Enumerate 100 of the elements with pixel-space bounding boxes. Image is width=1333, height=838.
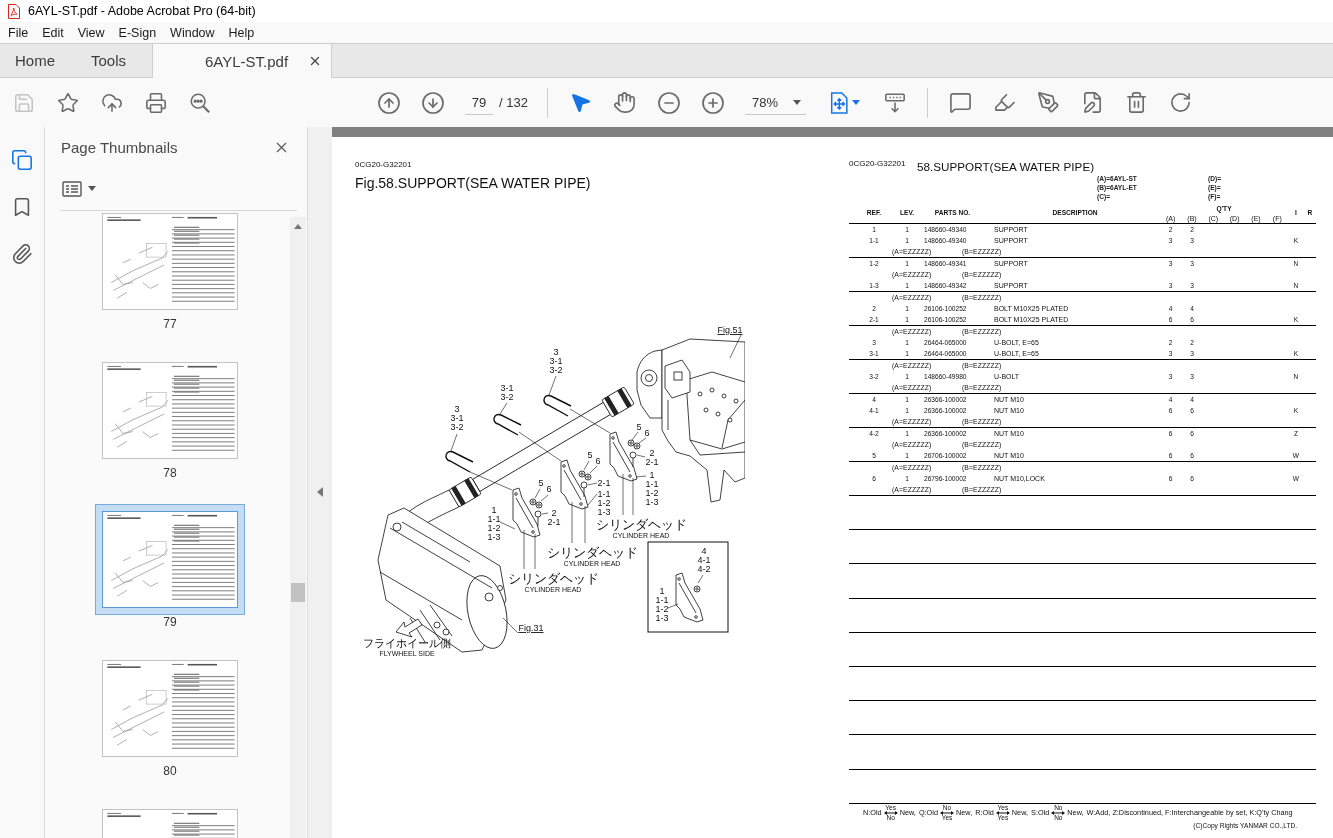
leader-line bbox=[450, 433, 458, 452]
leader-line bbox=[729, 334, 742, 359]
panel-title: Page Thumbnails bbox=[61, 138, 178, 156]
callout-label: 3 3-1 3-2 bbox=[549, 347, 563, 375]
menu-item[interactable]: Edit bbox=[35, 22, 71, 43]
callout-label: 2 2-1 bbox=[547, 508, 561, 527]
callout-label: 6 bbox=[595, 456, 601, 466]
page-number-label: 79 bbox=[163, 615, 177, 629]
leader-line bbox=[548, 375, 557, 396]
flange-housing bbox=[636, 349, 663, 419]
location-note: フライホイール側 FLYWHEEL SIDE bbox=[363, 637, 451, 657]
menu-item[interactable]: View bbox=[70, 22, 112, 43]
page-number-label: 77 bbox=[163, 317, 177, 331]
swap-arrow-icon bbox=[883, 810, 898, 815]
leader-line bbox=[499, 521, 516, 530]
page-number-label: 80 bbox=[163, 764, 177, 778]
caret-icon bbox=[851, 100, 860, 105]
page-thumbnail-drawing[interactable] bbox=[102, 511, 238, 608]
highlighter-icon bbox=[993, 91, 1017, 114]
leader-line bbox=[502, 617, 519, 634]
leader-line bbox=[636, 454, 646, 458]
callout-label: 1 1-1 1-2 1-3 bbox=[645, 470, 659, 507]
callout-label: 1 1-1 1-2 1-3 bbox=[655, 586, 669, 623]
menu-item[interactable]: E-Sign bbox=[111, 22, 164, 43]
u-bolt bbox=[493, 413, 522, 436]
direction-arrow bbox=[395, 618, 423, 638]
support-bracket bbox=[609, 431, 638, 482]
pdf-file-icon bbox=[8, 3, 20, 19]
support-bracket bbox=[512, 487, 541, 538]
tab[interactable]: Home bbox=[0, 44, 76, 77]
caret-icon bbox=[792, 99, 801, 105]
rotate-icon bbox=[1169, 91, 1193, 114]
callout-label: 5 bbox=[636, 422, 642, 432]
location-note: シリンダヘッド CYLINDER HEAD bbox=[546, 545, 638, 567]
leader-line bbox=[499, 402, 508, 415]
page-thumbnail-drawing[interactable] bbox=[102, 213, 238, 310]
support-bracket bbox=[675, 572, 704, 623]
leader-line bbox=[541, 512, 549, 515]
u-bolt bbox=[445, 450, 474, 473]
callout-label: 6 bbox=[644, 428, 650, 438]
callout-label: 2-1 bbox=[597, 478, 611, 488]
figure-reference: Fig.51 bbox=[717, 325, 743, 335]
scrollbar[interactable] bbox=[290, 217, 306, 838]
callout-label: 2 2-1 bbox=[645, 448, 659, 467]
page-fit-icon bbox=[829, 91, 849, 114]
paperclip-icon bbox=[11, 243, 33, 265]
swap-arrow-icon bbox=[1051, 810, 1066, 815]
minus-icon bbox=[656, 90, 681, 115]
callout-label: 3-1 3-2 bbox=[500, 383, 514, 402]
scrollbar-thumb[interactable] bbox=[291, 583, 305, 602]
leader-line bbox=[587, 482, 598, 486]
cloud-upload-icon bbox=[101, 91, 123, 114]
callout-label: 5 bbox=[538, 478, 544, 488]
page-number-label: 78 bbox=[163, 466, 177, 480]
leader-line bbox=[523, 529, 525, 570]
leader-line bbox=[667, 603, 679, 609]
location-note: シリンダヘッド CYLINDER HEAD bbox=[507, 571, 599, 593]
printer-icon bbox=[145, 91, 167, 114]
save-icon bbox=[13, 91, 35, 114]
pages-icon bbox=[11, 149, 33, 171]
figure-title: Fig.58.SUPPORT(SEA WATER PIPE) bbox=[355, 175, 592, 191]
callout-label: 5 bbox=[587, 450, 593, 460]
swap-arrow-icon bbox=[995, 810, 1010, 815]
u-bolt bbox=[543, 394, 572, 417]
scroll-up-arrow-icon[interactable] bbox=[294, 224, 302, 229]
bolt bbox=[580, 481, 588, 498]
page-count: / 132 bbox=[499, 95, 528, 110]
nut bbox=[693, 585, 701, 593]
callout-label: 6 bbox=[546, 484, 552, 494]
pointer-icon bbox=[569, 91, 593, 114]
star-icon bbox=[57, 91, 79, 114]
leader-line bbox=[571, 501, 573, 544]
plus-icon bbox=[700, 90, 725, 115]
menu-item[interactable]: File bbox=[1, 22, 36, 43]
leader-line bbox=[697, 574, 704, 584]
drawing-code: 0CG20-G32201 bbox=[355, 160, 413, 170]
scroll-mode-icon bbox=[883, 91, 906, 114]
page-thumbnail-drawing[interactable] bbox=[102, 362, 238, 459]
bolt bbox=[629, 451, 637, 468]
tab[interactable]: 6AYL-ST.pdf bbox=[152, 44, 332, 78]
callout-label: 1 1-1 1-2 1-3 bbox=[487, 505, 501, 542]
close-icon[interactable] bbox=[308, 54, 322, 68]
list-icon bbox=[62, 180, 82, 197]
parts-list-title: 58.SUPPORT(SEA WATER PIPE) bbox=[917, 160, 1095, 174]
drawing-code: 0CG20-G32201 bbox=[849, 159, 907, 169]
figure-reference: Fig.31 bbox=[518, 623, 544, 633]
page-number-field[interactable]: 79 bbox=[465, 90, 493, 115]
alignment-line bbox=[518, 431, 562, 462]
zoom-field[interactable]: 78% bbox=[744, 90, 793, 115]
collapse-arrow-icon[interactable] bbox=[317, 487, 323, 497]
menu-item[interactable]: Help bbox=[221, 22, 262, 43]
tab[interactable]: Tools bbox=[76, 44, 152, 77]
callout-label: 1-1 1-2 1-3 bbox=[597, 489, 611, 517]
window-title: 6AYL-ST.pdf - Adobe Acrobat Pro (64-bit) bbox=[28, 4, 256, 18]
callout-label: 3 3-1 3-2 bbox=[450, 404, 464, 432]
hand-icon bbox=[613, 91, 637, 114]
leader-line bbox=[534, 533, 536, 570]
page-thumbnail-drawing[interactable] bbox=[102, 660, 238, 757]
leader-line bbox=[589, 465, 598, 474]
menu-item[interactable]: Window bbox=[163, 22, 222, 43]
